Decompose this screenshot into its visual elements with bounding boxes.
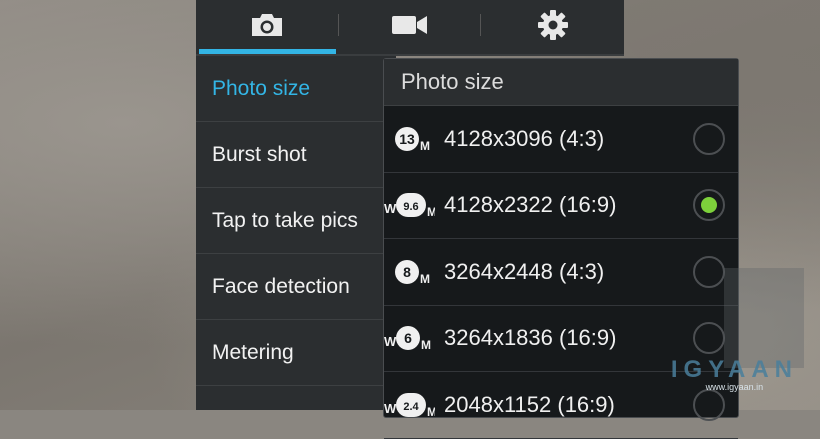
megapixel-badge-icon: W 2.4 M xyxy=(384,392,444,418)
photo-size-option[interactable]: 8 M 3264x2448 (4:3) xyxy=(384,239,738,306)
radio-button[interactable] xyxy=(693,322,725,355)
megapixel-badge-icon: 13 M xyxy=(384,126,444,152)
watermark-logo: IGYAAN xyxy=(670,356,798,383)
camera-icon xyxy=(249,11,285,44)
photo-size-option-label: 3264x2448 (4:3) xyxy=(444,258,605,284)
settings-tab-bar xyxy=(196,0,624,56)
gear-icon xyxy=(537,9,569,46)
tab-general-settings[interactable] xyxy=(481,0,624,54)
popup-title: Photo size xyxy=(384,59,738,106)
tab-video-settings[interactable] xyxy=(339,0,482,54)
svg-text:W: W xyxy=(384,334,397,349)
svg-text:13: 13 xyxy=(399,131,415,147)
svg-text:8: 8 xyxy=(403,264,411,280)
photo-size-option-label: 2048x1152 (16:9) xyxy=(444,391,615,417)
photo-size-option-label: 4128x2322 (16:9) xyxy=(444,192,617,218)
watermark: IGYAAN www.igyaan.in xyxy=(671,356,798,392)
svg-text:2.4: 2.4 xyxy=(403,401,419,413)
megapixel-badge-icon: W 9.6 M xyxy=(384,192,444,218)
svg-text:M: M xyxy=(420,139,430,152)
megapixel-badge-icon: 8M xyxy=(384,259,444,285)
menu-item-tap-to-take-pics[interactable]: Tap to take pics xyxy=(196,188,396,254)
svg-text:M: M xyxy=(427,405,435,418)
svg-text:W: W xyxy=(384,201,397,216)
svg-text:M: M xyxy=(421,338,431,351)
photo-size-option-label: 4128x3096 (4:3) xyxy=(444,125,605,151)
menu-item-metering[interactable]: Metering xyxy=(196,320,396,386)
photo-size-option[interactable]: W 9.6 M 4128x2322 (16:9) xyxy=(384,173,738,239)
radio-button-selected[interactable] xyxy=(693,189,725,222)
watermark-graphic xyxy=(724,268,804,368)
radio-button[interactable] xyxy=(693,255,725,288)
menu-item-face-detection[interactable]: Face detection xyxy=(196,254,396,320)
menu-item-burst-shot[interactable]: Burst shot xyxy=(196,122,396,188)
megapixel-badge-icon: W6M xyxy=(384,325,444,351)
radio-button[interactable] xyxy=(693,122,725,155)
photo-size-option-label: 3264x1836 (16:9) xyxy=(444,325,617,351)
radio-button[interactable] xyxy=(693,388,725,421)
menu-item-photo-size[interactable]: Photo size xyxy=(196,56,396,122)
svg-text:M: M xyxy=(420,272,430,285)
tab-camera-settings[interactable] xyxy=(196,0,339,54)
photo-size-option[interactable]: 13 M 4128x3096 (4:3) xyxy=(384,106,738,173)
svg-text:9.6: 9.6 xyxy=(403,201,418,213)
svg-text:M: M xyxy=(427,205,435,218)
video-camera-icon xyxy=(390,13,430,42)
svg-text:W: W xyxy=(384,401,397,416)
svg-text:6: 6 xyxy=(404,330,412,346)
settings-menu: Photo size Burst shot Tap to take pics F… xyxy=(196,56,396,410)
